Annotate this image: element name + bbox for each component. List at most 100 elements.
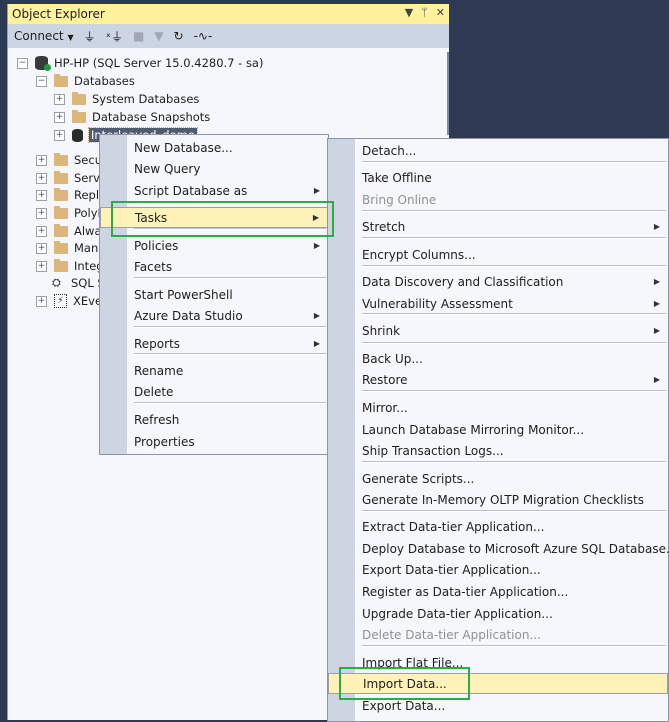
tree-node-replication[interactable]: + Replic (36, 186, 109, 204)
connect-button[interactable]: Connect ▼ (14, 29, 74, 43)
expand-icon[interactable]: + (36, 225, 47, 237)
filter-icon[interactable]: ▼ (154, 29, 163, 43)
connect-icon[interactable]: ⏚ (84, 28, 96, 45)
pin-icon[interactable]: ᛘ (421, 6, 428, 19)
menu-item-label: Delete (134, 384, 174, 399)
expand-icon[interactable]: + (54, 93, 65, 105)
disconnect-icon[interactable]: ˣ⏚ (106, 28, 123, 45)
tree-node-security[interactable]: + Secur (36, 151, 107, 169)
expand-icon[interactable]: + (36, 154, 47, 166)
menu-item-label: Take Offline (362, 170, 432, 185)
menu-item-generate-scripts[interactable]: Generate Scripts... (328, 468, 668, 489)
menu-item-shrink[interactable]: Shrink ▶ (328, 320, 668, 341)
menu-item-generate-in-memory-oltp-migration-checklists[interactable]: Generate In-Memory OLTP Migration Checkl… (328, 489, 668, 510)
menu-separator (362, 265, 666, 267)
sql-agent-icon: ⛭ (52, 276, 61, 289)
menu-item-import-flat-file[interactable]: Import Flat File... (328, 652, 668, 673)
expand-icon[interactable]: + (36, 207, 47, 219)
menu-item-label: Rename (134, 363, 184, 378)
menu-item-extract-data-tier-application[interactable]: Extract Data-tier Application... (328, 516, 668, 537)
menu-item-take-offline[interactable]: Take Offline (328, 167, 668, 188)
menu-item-label: Encrypt Columns... (362, 247, 476, 262)
refresh-icon[interactable]: ↻ (174, 29, 184, 43)
activity-monitor-icon[interactable]: -∿- (194, 29, 213, 43)
menu-item-label: Deploy Database to Microsoft Azure SQL D… (362, 541, 669, 556)
menu-item-label: Facets (134, 259, 173, 274)
menu-separator (362, 313, 666, 315)
menu-item-ship-transaction-logs[interactable]: Ship Transaction Logs... (328, 440, 668, 461)
tree-node-databases[interactable]: − Databases (36, 72, 135, 90)
menu-item-export-data[interactable]: Export Data... (328, 695, 668, 716)
menu-item-label: Export Data-tier Application... (362, 562, 541, 577)
connect-label: Connect (14, 29, 64, 43)
menu-item-data-discovery-and-classification[interactable]: Data Discovery and Classification ▶ (328, 271, 668, 292)
menu-item-reports[interactable]: Reports ▶ (100, 333, 328, 354)
collapse-icon[interactable]: − (17, 57, 28, 69)
tree-node-server[interactable]: − HP-HP (SQL Server 15.0.4280.7 - sa) (17, 54, 263, 72)
menu-item-properties[interactable]: Properties (100, 431, 328, 452)
menu-item-label: Stretch (362, 219, 406, 234)
menu-item-encrypt-columns[interactable]: Encrypt Columns... (328, 244, 668, 265)
folder-icon (72, 91, 86, 105)
menu-item-restore[interactable]: Restore ▶ (328, 369, 668, 390)
tree-node-polybase[interactable]: + PolyB (36, 204, 105, 222)
expand-icon[interactable]: + (54, 111, 65, 123)
toolbar: Connect ▼ ⏚ ˣ⏚ ■ ▼ ↻ -∿- (8, 24, 449, 48)
menu-item-tasks[interactable]: Tasks ▶ (100, 207, 328, 228)
tree-node-integration-services[interactable]: + Integr (36, 257, 108, 275)
server-label: HP-HP (SQL Server 15.0.4280.7 - sa) (54, 56, 264, 70)
menu-item-delete[interactable]: Delete (100, 381, 328, 402)
expand-icon[interactable]: + (54, 129, 65, 141)
menu-item-label: Delete Data-tier Application... (362, 627, 541, 642)
menu-item-delete-data-tier-application: Delete Data-tier Application... (328, 624, 668, 645)
menu-item-refresh[interactable]: Refresh (100, 409, 328, 430)
submenu-arrow-icon: ▶ (653, 277, 660, 286)
tree-node-system-databases[interactable]: + System Databases (54, 90, 199, 108)
menu-item-launch-database-mirroring-monitor[interactable]: Launch Database Mirroring Monitor... (328, 419, 668, 440)
expand-icon[interactable]: + (36, 295, 47, 307)
tree-node-management[interactable]: + Mana (36, 239, 105, 257)
menu-item-label: Generate In-Memory OLTP Migration Checkl… (362, 492, 644, 507)
menu-item-label: Register as Data-tier Application... (362, 584, 569, 599)
tree-node-sql-agent[interactable]: ⛭ SQL S (52, 274, 105, 292)
menu-item-policies[interactable]: Policies ▶ (100, 235, 328, 256)
menu-item-label: Start PowerShell (134, 287, 233, 302)
stop-icon[interactable]: ■ (133, 29, 144, 43)
submenu-arrow-icon: ▶ (313, 186, 320, 195)
menu-item-start-powershell[interactable]: Start PowerShell (100, 284, 328, 305)
tree-node-xevent-profiler[interactable]: + ⚡ XEver (36, 292, 107, 310)
chevron-down-icon: ▼ (67, 33, 74, 42)
menu-item-stretch[interactable]: Stretch ▶ (328, 216, 668, 237)
menu-item-export-data-tier-application[interactable]: Export Data-tier Application... (328, 559, 668, 580)
submenu-arrow-icon: ▶ (313, 311, 320, 320)
menu-item-import-data[interactable]: Import Data... (328, 673, 668, 694)
menu-item-new-database[interactable]: New Database... (100, 137, 328, 158)
menu-item-detach[interactable]: Detach... (328, 140, 668, 161)
menu-item-new-query[interactable]: New Query (100, 158, 328, 179)
tree-node-always-on[interactable]: + Alway (36, 222, 108, 240)
expand-icon[interactable]: + (36, 260, 47, 272)
menu-item-label: Upgrade Data-tier Application... (362, 606, 553, 621)
menu-item-upgrade-data-tier-application[interactable]: Upgrade Data-tier Application... (328, 603, 668, 624)
menu-item-vulnerability-assessment[interactable]: Vulnerability Assessment ▶ (328, 293, 668, 314)
menu-item-mirror[interactable]: Mirror... (328, 397, 668, 418)
server-icon (35, 56, 51, 71)
menu-item-deploy-database-to-microsoft-azure-sql-database[interactable]: Deploy Database to Microsoft Azure SQL D… (328, 538, 669, 559)
menu-item-azure-data-studio[interactable]: Azure Data Studio ▶ (100, 305, 328, 326)
menu-item-back-up[interactable]: Back Up... (328, 348, 668, 369)
expand-icon[interactable]: + (36, 189, 47, 201)
tree-node-database-snapshots[interactable]: + Database Snapshots (54, 108, 210, 126)
menu-item-facets[interactable]: Facets (100, 256, 328, 277)
menu-item-register-as-data-tier-application[interactable]: Register as Data-tier Application... (328, 581, 668, 602)
dropdown-icon[interactable]: ▼ (405, 6, 413, 19)
collapse-icon[interactable]: − (36, 75, 47, 87)
expand-icon[interactable]: + (36, 242, 47, 254)
menu-item-label: Import Data... (363, 676, 447, 691)
menu-item-label: Export Data... (362, 698, 446, 713)
expand-icon[interactable]: + (36, 172, 47, 184)
submenu-arrow-icon: ▶ (653, 299, 660, 308)
close-icon[interactable]: ✕ (436, 6, 445, 19)
menu-item-rename[interactable]: Rename (100, 360, 328, 381)
menu-item-script-database-as[interactable]: Script Database as ▶ (100, 180, 328, 201)
folder-icon (54, 187, 68, 201)
